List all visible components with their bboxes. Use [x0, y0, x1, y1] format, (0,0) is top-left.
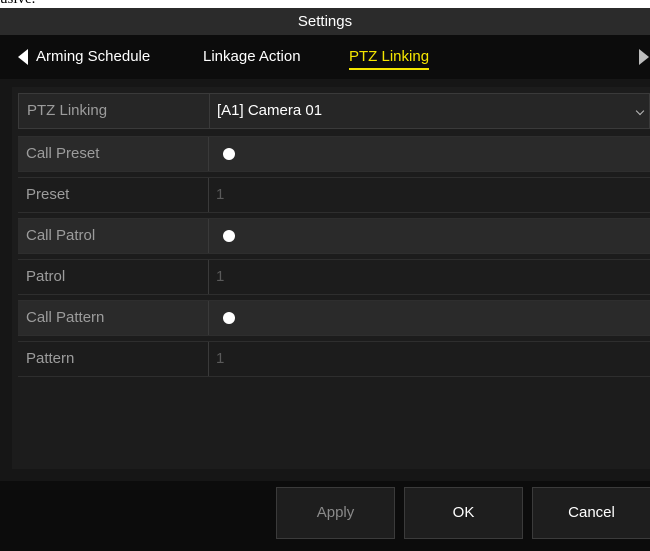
- tab-ptz-linking[interactable]: PTZ Linking: [349, 35, 430, 79]
- preset-row: Preset 1: [18, 177, 650, 213]
- settings-window: Settings Arming Schedule Linkage Action …: [0, 8, 650, 551]
- pattern-value: 1: [216, 350, 225, 367]
- column-divider: [208, 260, 209, 294]
- pattern-label: Pattern: [26, 350, 75, 367]
- call-pattern-toggle-icon[interactable]: [223, 312, 235, 324]
- ptz-linking-camera-row[interactable]: PTZ Linking [A1] Camera 01: [18, 93, 650, 129]
- call-preset-toggle-icon[interactable]: [223, 148, 235, 160]
- tab-linkage-action[interactable]: Linkage Action: [203, 35, 301, 79]
- tab-bar: Arming Schedule Linkage Action PTZ Linki…: [0, 35, 650, 79]
- preset-value: 1: [216, 186, 225, 203]
- tab-arming-schedule[interactable]: Arming Schedule: [36, 35, 150, 79]
- camera-select-value[interactable]: [A1] Camera 01: [217, 94, 322, 128]
- column-divider: [208, 219, 209, 253]
- patrol-value: 1: [216, 268, 225, 285]
- patrol-label: Patrol: [26, 268, 66, 285]
- document-text: usive.: [0, 0, 35, 8]
- apply-button[interactable]: Apply: [276, 487, 395, 539]
- triangle-right-icon[interactable]: [639, 49, 649, 65]
- ok-button[interactable]: OK: [404, 487, 523, 539]
- call-pattern-row: Call Pattern: [18, 300, 650, 336]
- triangle-left-icon[interactable]: [18, 49, 28, 65]
- call-preset-row: Call Preset: [18, 136, 650, 172]
- chevron-down-icon[interactable]: [635, 106, 645, 116]
- column-divider: [208, 137, 209, 171]
- call-patrol-row: Call Patrol: [18, 218, 650, 254]
- call-preset-label: Call Preset: [26, 145, 100, 162]
- call-pattern-label: Call Pattern: [26, 309, 105, 326]
- window-title: Settings: [0, 8, 650, 35]
- call-patrol-toggle-icon[interactable]: [223, 230, 235, 242]
- patrol-row: Patrol 1: [18, 259, 650, 295]
- button-bar: Apply OK Cancel: [0, 481, 650, 551]
- column-divider: [209, 94, 210, 128]
- document-text-fragment: usive.: [0, 0, 650, 8]
- column-divider: [208, 342, 209, 376]
- ptz-linking-panel: PTZ Linking [A1] Camera 01 Call Preset P…: [12, 87, 650, 469]
- pattern-row: Pattern 1: [18, 341, 650, 377]
- cancel-button[interactable]: Cancel: [532, 487, 650, 539]
- column-divider: [208, 301, 209, 335]
- preset-label: Preset: [26, 186, 70, 203]
- call-patrol-label: Call Patrol: [26, 227, 96, 244]
- ptz-linking-label: PTZ Linking: [27, 102, 108, 119]
- column-divider: [208, 178, 209, 212]
